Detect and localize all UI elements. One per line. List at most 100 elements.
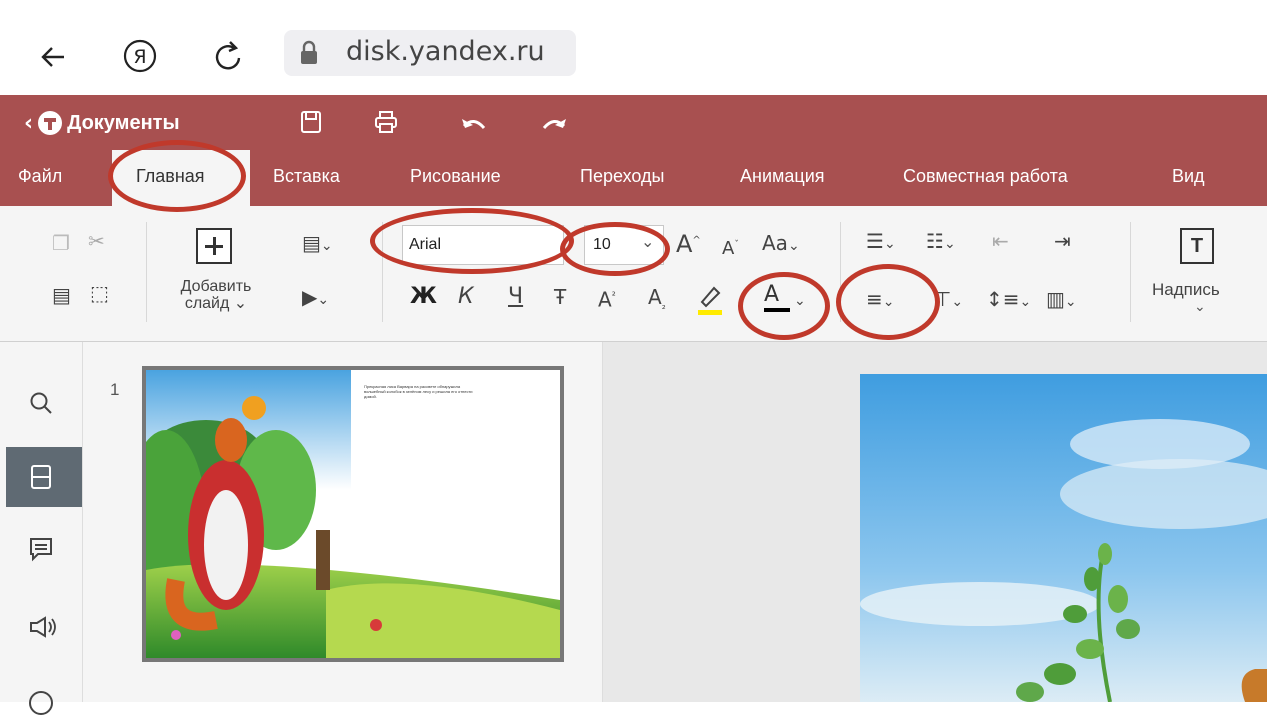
annotation-oval-tab-home (108, 140, 246, 212)
decrease-indent-button[interactable]: ⇤ (992, 230, 1009, 252)
tab-file[interactable]: Файл (18, 166, 62, 187)
slideshow-dropdown[interactable]: ▶⌄ (302, 286, 329, 311)
font-shrink-icon: A (722, 238, 735, 259)
add-slide-label[interactable]: Добавить слайд ⌄ (164, 278, 268, 312)
superscript-mark: ² (611, 291, 616, 302)
svg-text:Я: Я (133, 46, 146, 68)
select-icon[interactable]: ⬚ (90, 282, 109, 304)
highlight-button[interactable] (694, 282, 728, 321)
subscript-mark: ₂ (661, 301, 666, 312)
cut-icon[interactable]: ✂ (88, 230, 105, 252)
browser-toolbar (0, 0, 1267, 95)
up-caret: ^ (692, 235, 701, 246)
underline-button[interactable]: Ч (508, 286, 523, 308)
chevron-left-icon: ‹ (24, 110, 34, 136)
superscript-icon: A (598, 287, 612, 312)
separator (146, 222, 147, 322)
add-slide-label-line2: слайд ⌄ (164, 295, 268, 312)
undo-button[interactable] (460, 114, 488, 139)
change-case-button[interactable]: Aa⌄ (762, 232, 800, 257)
chevron-down-icon: ⌄ (943, 236, 956, 252)
print-button[interactable] (374, 110, 398, 139)
textbox-label[interactable]: Надпись (1152, 280, 1220, 300)
add-slide-label-text: слайд (184, 295, 230, 312)
font-grow-button[interactable]: A^ (676, 230, 701, 258)
textbox-icon[interactable]: T (1180, 228, 1214, 264)
increase-indent-button[interactable]: ⇥ (1054, 230, 1071, 252)
down-caret: ˇ (734, 240, 739, 250)
chevron-down-icon: ⌄ (883, 236, 896, 252)
numbering-button[interactable]: ☷⌄ (926, 230, 956, 255)
chevron-down-icon: ⌄ (1064, 294, 1077, 310)
add-slide-label-line1: Добавить (180, 278, 252, 295)
highlighter-icon (698, 286, 722, 315)
slide-thumbnail-illustration (146, 370, 560, 658)
redo-button[interactable] (540, 114, 568, 139)
annotation-oval-font-size (560, 222, 670, 276)
tab-collaboration[interactable]: Совместная работа (903, 166, 1068, 187)
plus-icon-vertical (213, 237, 216, 255)
yandex-logo-icon: Я (123, 39, 157, 73)
copy-icon[interactable]: ❐ (52, 232, 70, 254)
save-button[interactable] (300, 110, 322, 139)
chevron-down-icon: ⌄ (787, 238, 800, 254)
comments-button[interactable] (28, 536, 54, 567)
line-spacing-button[interactable]: ↕≡⌄ (986, 288, 1031, 313)
chevron-down-icon: ⌄ (320, 238, 333, 254)
slide-thumbnail-text: Прекрасная лиса Варвара на рассвете обна… (364, 384, 473, 399)
undo-icon (462, 119, 486, 130)
font-shrink-button[interactable]: Aˇ (722, 234, 739, 260)
yandex-button[interactable]: Я (122, 38, 158, 79)
search-icon (30, 392, 52, 414)
reload-button[interactable] (212, 38, 246, 79)
paste-icon[interactable]: ▤ (52, 284, 71, 306)
redo-icon (542, 119, 566, 130)
back-button[interactable] (38, 41, 70, 79)
documents-label: Документы (67, 111, 180, 134)
separator (1130, 222, 1131, 322)
bullets-button[interactable]: ☰⌄ (866, 230, 896, 255)
chevron-down-icon: ⌄ (951, 294, 964, 310)
tab-draw[interactable]: Рисование (410, 166, 501, 187)
search-button[interactable] (28, 390, 54, 421)
print-icon (375, 111, 397, 133)
italic-button[interactable]: К (458, 286, 474, 308)
url-text: disk.yandex.ru (346, 36, 545, 67)
chevron-down-icon: ⌄ (317, 292, 330, 308)
strikethrough-button[interactable]: Ŧ (554, 286, 566, 308)
slide-number: 1 (110, 380, 120, 399)
slides-icon (31, 465, 51, 489)
reload-icon (215, 41, 241, 70)
info-icon[interactable] (28, 690, 54, 721)
feedback-button[interactable] (28, 614, 56, 645)
arrow-left-icon (41, 47, 64, 67)
save-icon (301, 111, 321, 133)
tab-transitions[interactable]: Переходы (580, 166, 664, 187)
tab-insert[interactable]: Вставка (273, 166, 340, 187)
add-slide-button[interactable] (196, 228, 232, 264)
superscript-button[interactable]: A² (598, 286, 616, 311)
change-case-icon: Aa (762, 231, 788, 255)
lock-icon (298, 40, 320, 71)
tab-view[interactable]: Вид (1172, 166, 1205, 187)
chevron-down-icon: ⌄ (1194, 298, 1206, 314)
annotation-oval-font-name (370, 208, 574, 274)
slide-thumbnail-1[interactable]: Прекрасная лиса Варвара на рассвете обна… (142, 366, 564, 662)
slide-illustration (860, 374, 1267, 702)
chevron-down-icon: ⌄ (233, 295, 248, 312)
columns-button[interactable]: ▥⌄ (1046, 288, 1077, 313)
font-grow-icon: A (676, 230, 693, 258)
subscript-icon: A (648, 285, 662, 309)
documents-back-link[interactable]: ‹ Документы (24, 110, 180, 136)
slide-canvas[interactable] (860, 374, 1267, 702)
subscript-button[interactable]: A₂ (648, 286, 666, 318)
documents-logo-icon (38, 111, 63, 135)
tab-animation[interactable]: Анимация (740, 166, 825, 187)
layout-dropdown[interactable]: ▤⌄ (302, 232, 333, 257)
comment-icon (30, 538, 52, 562)
bold-button[interactable]: Ж (410, 286, 437, 308)
slides-button[interactable] (30, 464, 52, 495)
megaphone-icon (30, 616, 56, 638)
chevron-down-icon: ⌄ (1019, 294, 1032, 310)
annotation-oval-font-color (738, 272, 830, 340)
